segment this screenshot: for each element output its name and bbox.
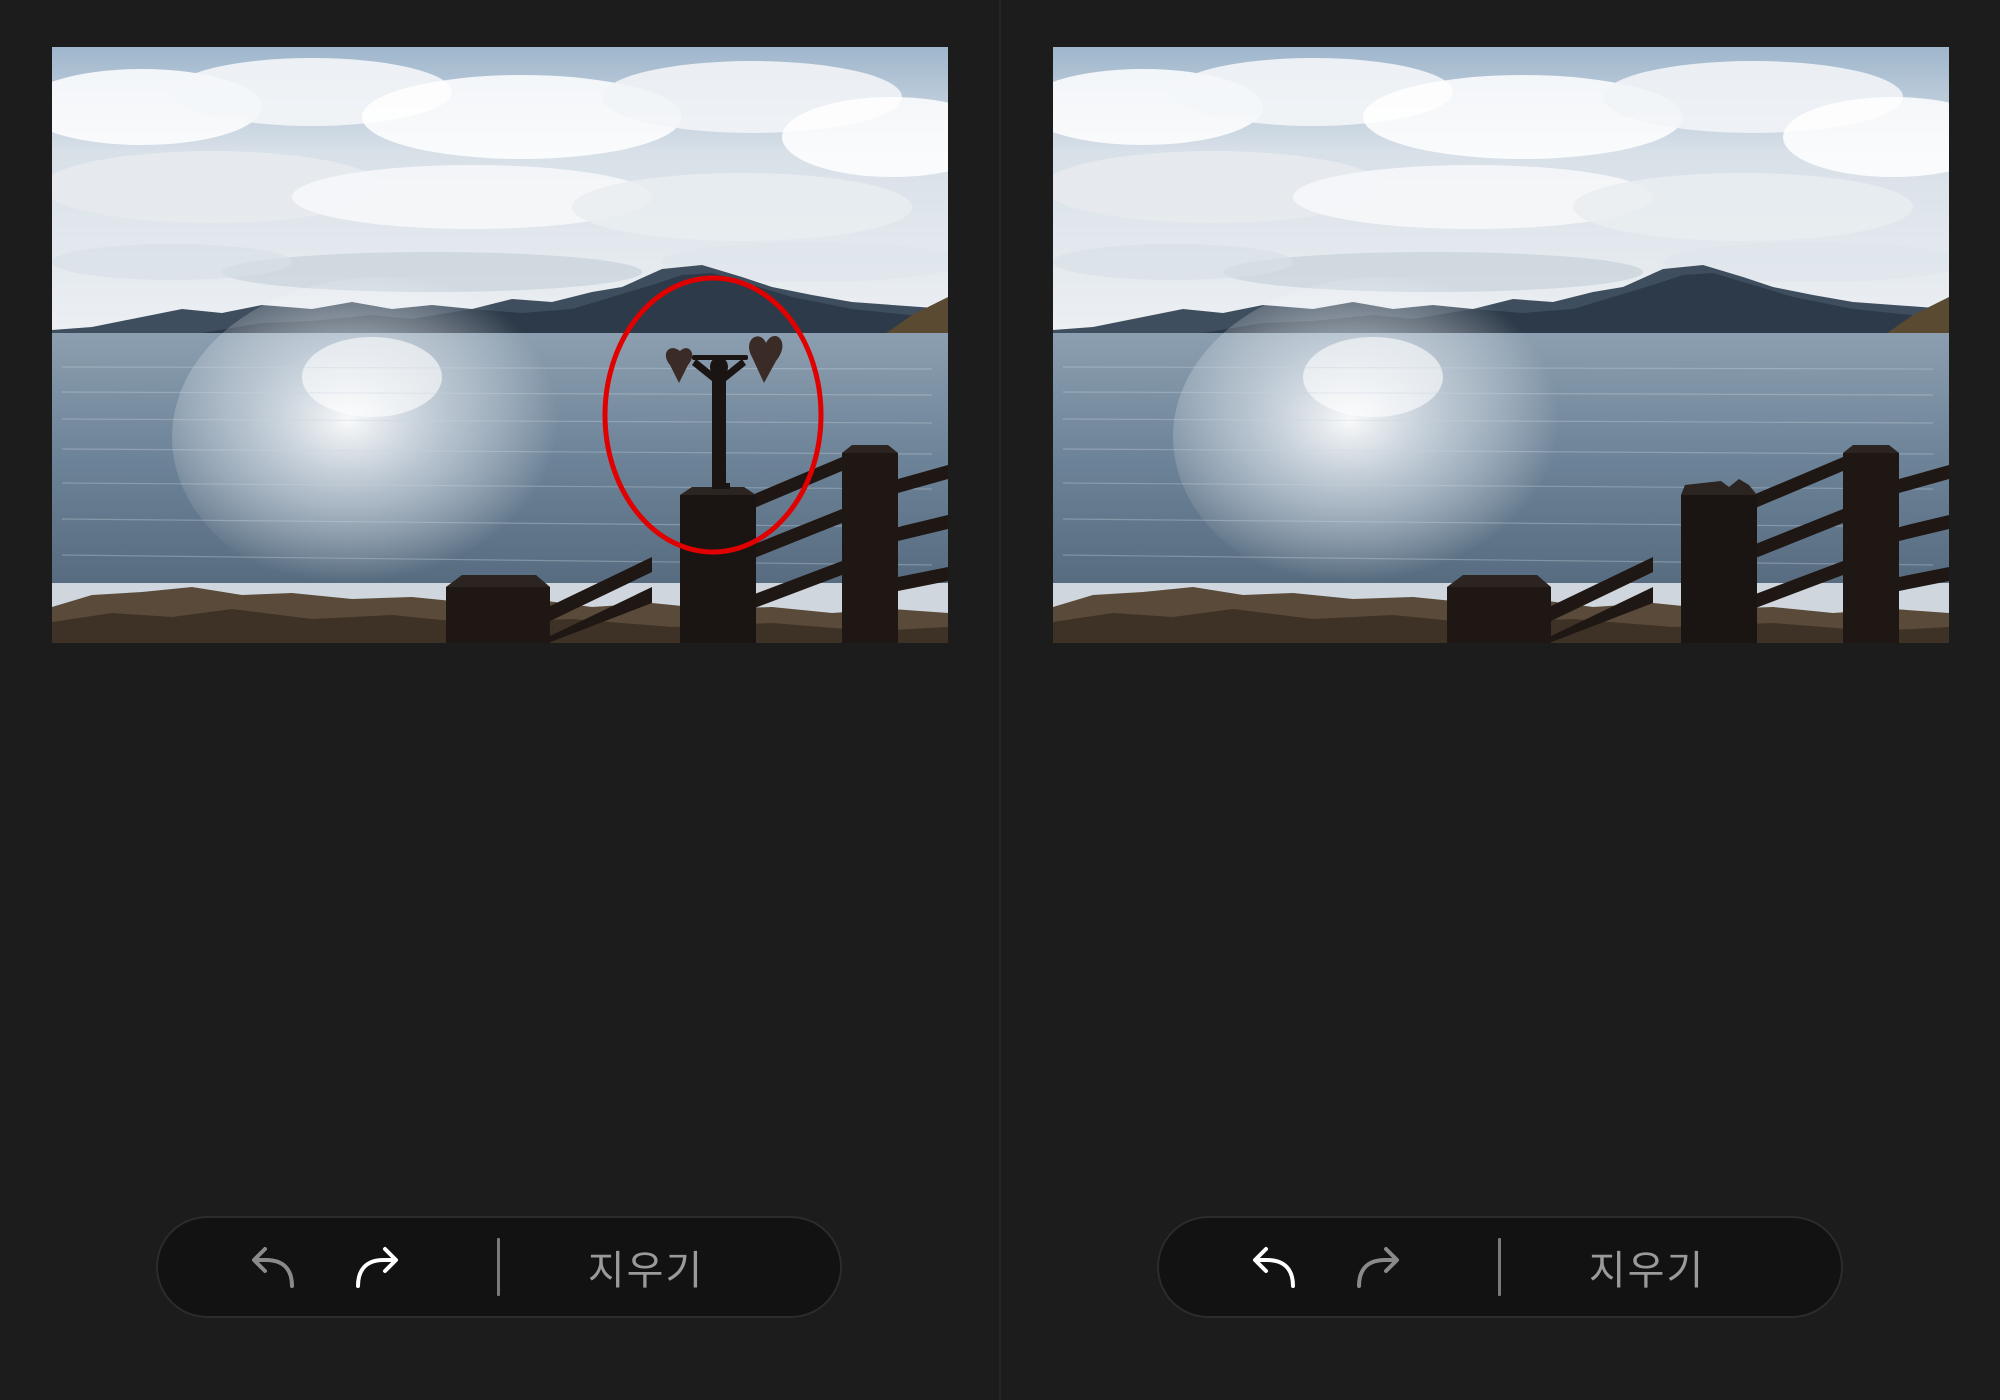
- redo-arrow-icon: [1357, 1247, 1399, 1288]
- after-panel: 지우기: [1001, 0, 2000, 1400]
- photo-before[interactable]: [52, 47, 948, 643]
- photo-scene-erased: [1053, 47, 1949, 643]
- redo-button[interactable]: [348, 1242, 406, 1292]
- toolbar-separator: [1498, 1238, 1501, 1296]
- edit-toolbar: 지우기: [156, 1216, 842, 1318]
- undo-arrow-icon: [252, 1247, 294, 1288]
- before-panel: 지우기: [0, 0, 999, 1400]
- redo-arrow-icon: [356, 1247, 398, 1288]
- photo-after[interactable]: [1053, 47, 1949, 643]
- empty-post: [1681, 479, 1757, 643]
- erase-button[interactable]: 지우기: [546, 1240, 746, 1294]
- undo-button[interactable]: [1245, 1242, 1303, 1292]
- erase-button[interactable]: 지우기: [1547, 1240, 1747, 1294]
- edit-toolbar: 지우기: [1157, 1216, 1843, 1318]
- undo-arrow-icon: [1253, 1247, 1295, 1288]
- selection-ellipse: [602, 275, 824, 555]
- redo-button[interactable]: [1349, 1242, 1407, 1292]
- toolbar-separator: [497, 1238, 500, 1296]
- undo-button[interactable]: [244, 1242, 302, 1292]
